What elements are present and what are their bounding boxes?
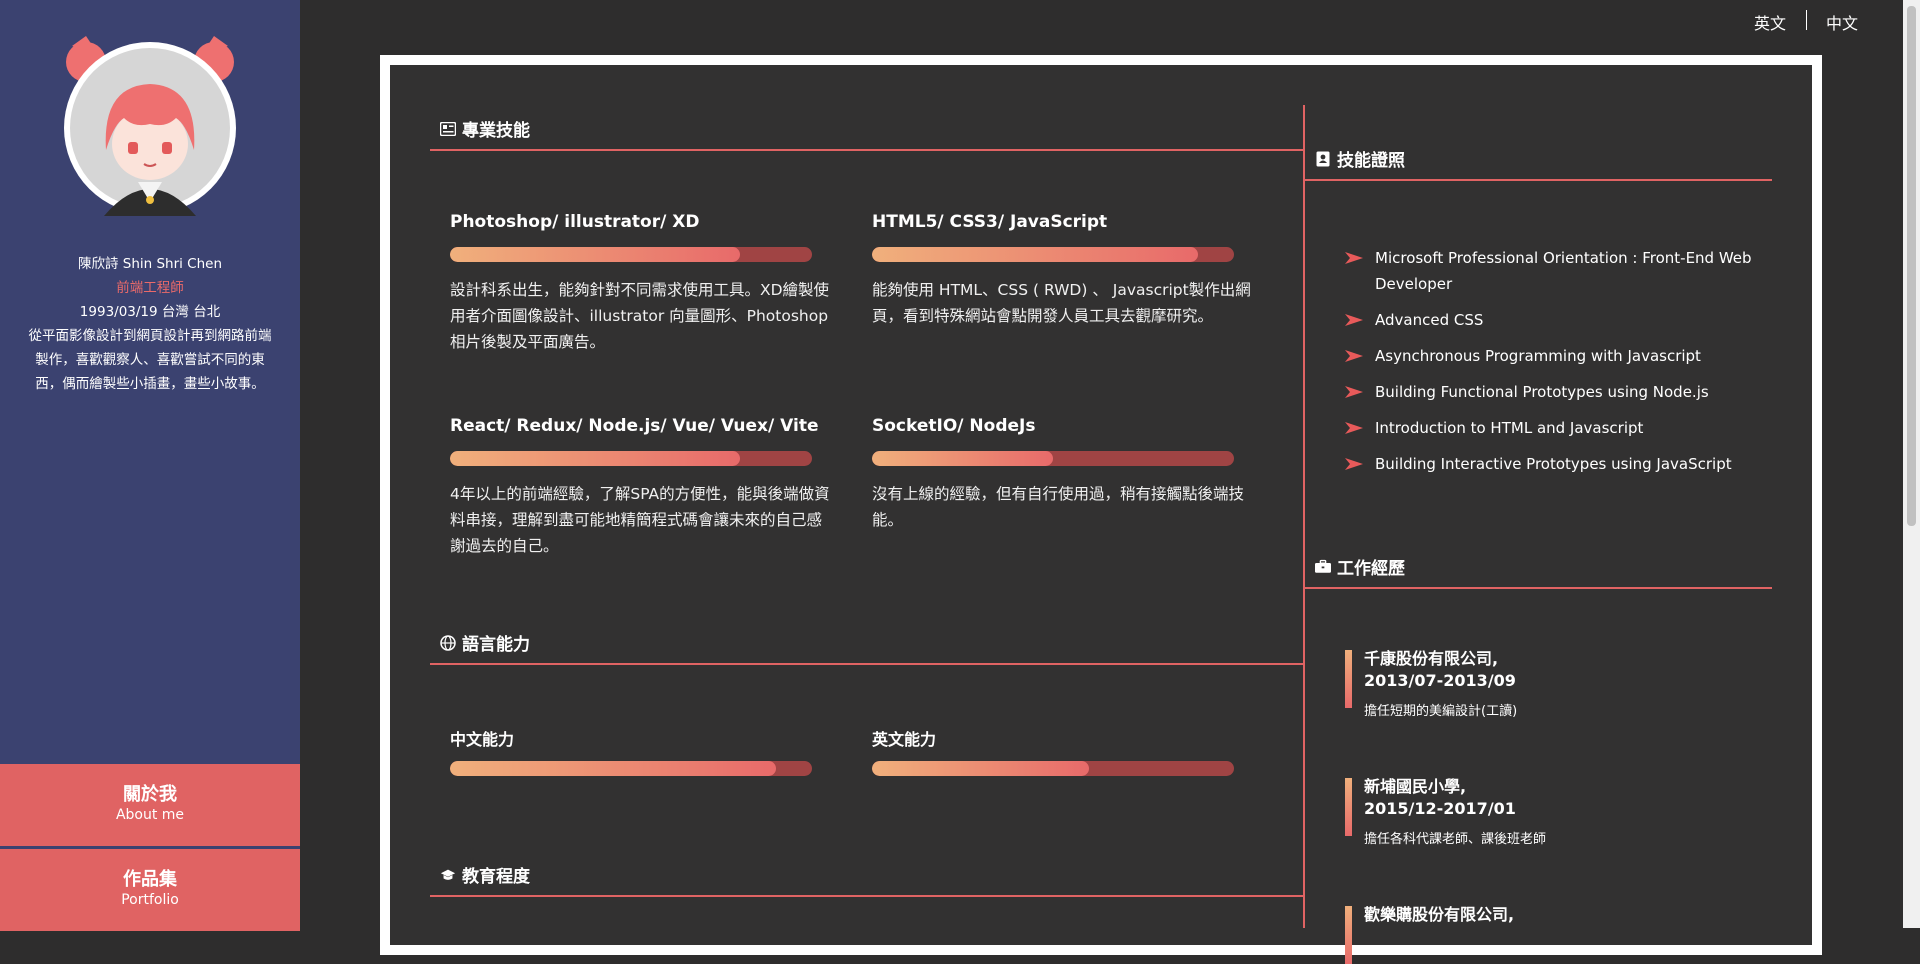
- language-bar-fill: [872, 761, 1090, 776]
- job-marker: [1345, 650, 1352, 708]
- job-description: 擔任短期的美編設計(工讀): [1364, 704, 1518, 719]
- skill-title: HTML5/ CSS3/ JavaScript: [872, 212, 1108, 232]
- certs-heading-line: [1305, 179, 1772, 181]
- language-bar-fill: [450, 761, 776, 776]
- arrow-right-icon: [1345, 252, 1363, 264]
- skill-bar: [450, 247, 812, 262]
- cert-label: Advanced CSS: [1375, 311, 1484, 329]
- education-heading-line: [430, 895, 1303, 897]
- cert-item: Asynchronous Programming with Javascript: [1345, 343, 1765, 369]
- skill-description: 設計科系出生，能夠針對不同需求使用工具。XD繪製使用者介面圖像設計、illust…: [450, 281, 830, 351]
- lang-divider: [1806, 10, 1807, 30]
- avatar: [58, 32, 242, 216]
- jobs-heading-line: [1305, 587, 1772, 589]
- cert-list: Microsoft Professional Orientation : Fro…: [1345, 245, 1765, 487]
- language-bar: [872, 761, 1234, 776]
- job-entry: 千康股份有限公司, 2013/07-2013/09 擔任短期的美編設計(工讀): [1345, 648, 1765, 719]
- arrow-right-icon: [1345, 314, 1363, 326]
- cert-item: Advanced CSS: [1345, 307, 1765, 333]
- skill-bar-fill: [872, 451, 1053, 466]
- cert-label: Introduction to HTML and Javascript: [1375, 419, 1644, 437]
- job-entry: 新埔國民小學, 2015/12-2017/01 擔任各科代課老師、課後班老師: [1345, 776, 1765, 847]
- skill-description: 沒有上線的經驗，但有自行使用過，稍有接觸點後端技能。: [872, 485, 1245, 529]
- skill-title: SocketIO/ NodeJs: [872, 416, 1036, 436]
- briefcase-icon: [1315, 559, 1331, 575]
- skill-bar-fill: [872, 247, 1198, 262]
- job-company: 歡樂購股份有限公司,: [1364, 905, 1515, 924]
- skill-bar-fill: [450, 247, 740, 262]
- cert-label: Asynchronous Programming with Javascript: [1375, 347, 1701, 365]
- arrow-right-icon: [1345, 458, 1363, 470]
- scrollbar-thumb[interactable]: [1907, 6, 1916, 526]
- id-card-icon: [440, 121, 456, 137]
- nav-portfolio[interactable]: 作品集 Portfolio: [0, 849, 300, 931]
- lang-switch-zh[interactable]: 中文: [1826, 10, 1858, 34]
- profile-birth: 1993/03/19 台灣 台北: [79, 304, 221, 320]
- language-title: 英文能力: [872, 730, 937, 749]
- nav-portfolio-label-en: Portfolio: [121, 892, 179, 908]
- column-divider: [1303, 105, 1305, 928]
- nav-about-label-zh: 關於我: [123, 784, 177, 805]
- skill-bar: [872, 451, 1234, 466]
- profile-name: 陳欣詩 Shin Shri Chen: [77, 256, 223, 272]
- sidebar: 陳欣詩 Shin Shri Chen 前端工程師 1993/03/19 台灣 台…: [0, 0, 300, 931]
- nav-about-me[interactable]: 關於我 About me: [0, 764, 300, 846]
- job-period: 2015/12-2017/01: [1364, 799, 1516, 818]
- language-bar: [450, 761, 812, 776]
- skills-heading: 專業技能: [440, 116, 530, 141]
- jobs-heading: 工作經歷: [1315, 554, 1405, 579]
- graduation-cap-icon: [440, 867, 456, 883]
- cert-label: Microsoft Professional Orientation : Fro…: [1375, 249, 1752, 293]
- skill-bar: [450, 451, 812, 466]
- job-entry: 歡樂購股份有限公司,: [1345, 904, 1765, 964]
- job-marker: [1345, 778, 1352, 836]
- profile-info: 陳欣詩 Shin Shri Chen 前端工程師 1993/03/19 台灣 台…: [20, 252, 280, 396]
- skill-description: 能夠使用 HTML、CSS ( RWD) 、 Javascript製作出網頁，看…: [872, 281, 1251, 325]
- cert-label: Building Functional Prototypes using Nod…: [1375, 383, 1709, 401]
- skills-heading-label: 專業技能: [462, 121, 530, 141]
- arrow-right-icon: [1345, 386, 1363, 398]
- skill-bar: [872, 247, 1234, 262]
- certs-heading-label: 技能證照: [1337, 151, 1405, 171]
- skill-bar-fill: [450, 451, 740, 466]
- job-description: 擔任各科代課老師、課後班老師: [1364, 832, 1547, 847]
- skill-title: React/ Redux/ Node.js/ Vue/ Vuex/ Vite: [450, 416, 819, 436]
- languages-heading-line: [430, 663, 1303, 665]
- cert-item: Microsoft Professional Orientation : Fro…: [1345, 245, 1765, 297]
- cert-item: Building Interactive Prototypes using Ja…: [1345, 451, 1765, 477]
- cert-item: Building Functional Prototypes using Nod…: [1345, 379, 1765, 405]
- jobs-heading-label: 工作經歷: [1337, 559, 1405, 579]
- education-heading: 教育程度: [440, 862, 530, 887]
- cert-item: Introduction to HTML and Javascript: [1345, 415, 1765, 441]
- lang-switch-en[interactable]: 英文: [1754, 10, 1786, 34]
- job-company: 新埔國民小學,: [1364, 777, 1467, 796]
- arrow-right-icon: [1345, 422, 1363, 434]
- job-company: 千康股份有限公司,: [1364, 649, 1499, 668]
- profile-role: 前端工程師: [116, 280, 184, 296]
- skills-heading-line: [430, 149, 1303, 151]
- cert-label: Building Interactive Prototypes using Ja…: [1375, 455, 1732, 473]
- education-heading-label: 教育程度: [462, 867, 530, 887]
- language-title: 中文能力: [450, 730, 515, 749]
- avatar-illustration: [64, 36, 236, 216]
- nav-portfolio-label-zh: 作品集: [123, 869, 177, 890]
- languages-heading-label: 語言能力: [462, 635, 530, 655]
- profile-bio: 從平面影像設計到網頁設計再到網路前端製作，喜歡觀察人、喜歡嘗試不同的東西，偶而繪…: [28, 328, 272, 392]
- arrow-right-icon: [1345, 350, 1363, 362]
- globe-icon: [440, 634, 456, 651]
- badge-icon: [1315, 151, 1331, 167]
- certs-heading: 技能證照: [1315, 146, 1405, 171]
- nav-about-label-en: About me: [115, 807, 185, 823]
- job-period: 2013/07-2013/09: [1364, 671, 1516, 690]
- job-marker: [1345, 906, 1352, 964]
- languages-heading: 語言能力: [440, 630, 530, 655]
- skill-description: 4年以上的前端經驗，了解SPA的方便性，能與後端做資料串接，理解到盡可能地精簡程…: [450, 485, 830, 555]
- skill-title: Photoshop/ illustrator/ XD: [450, 212, 700, 232]
